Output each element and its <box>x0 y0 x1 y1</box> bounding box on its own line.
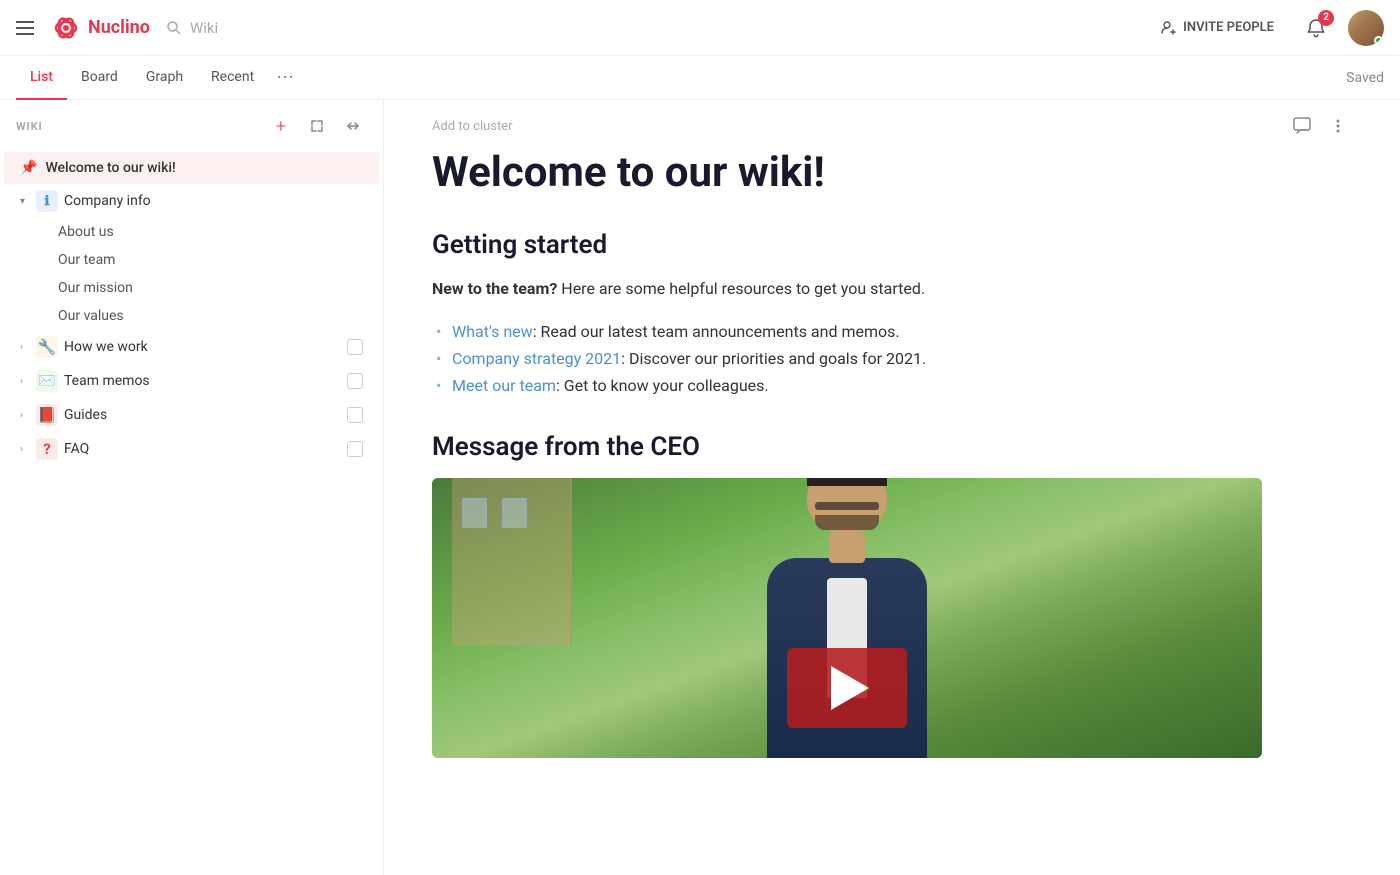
hamburger-menu[interactable] <box>16 21 34 35</box>
user-avatar[interactable] <box>1348 10 1384 46</box>
sidebar-add-button[interactable]: + <box>267 112 295 140</box>
play-button[interactable] <box>787 648 907 728</box>
whats-new-link[interactable]: What's new <box>452 322 533 341</box>
sidebar-cluster-company-info[interactable]: ▾ ℹ Company info <box>4 184 379 218</box>
chevron-right-icon-4[interactable]: › <box>20 444 36 455</box>
ceo-message-heading: Message from the CEO <box>432 432 1352 462</box>
sidebar-collapse-button[interactable] <box>339 112 367 140</box>
cluster-team-memos-label: Team memos <box>64 373 347 389</box>
cluster-guides-label: Guides <box>64 407 347 423</box>
sidebar-item-about-us[interactable]: About us <box>4 218 379 246</box>
sidebar-item-our-values[interactable]: Our values <box>4 302 379 330</box>
intro-text: Here are some helpful resources to get y… <box>557 279 925 298</box>
chevron-right-icon[interactable]: › <box>20 342 36 353</box>
cluster-team-memos-checkbox[interactable] <box>347 373 363 389</box>
content-body: Welcome to our wiki! Getting started New… <box>384 140 1400 798</box>
faq-icon: ? <box>36 438 58 460</box>
cluster-faq-label: FAQ <box>64 441 347 457</box>
content-header: Add to cluster <box>384 100 1400 140</box>
company-strategy-link[interactable]: Company strategy 2021 <box>452 349 621 368</box>
content-actions <box>1288 112 1352 140</box>
company-info-icon: ℹ <box>36 190 58 212</box>
add-to-cluster-button[interactable]: Add to cluster <box>432 119 513 134</box>
sidebar-title: WIKI <box>16 120 259 133</box>
tab-graph[interactable]: Graph <box>132 56 197 100</box>
page-title: Welcome to our wiki! <box>432 148 1352 198</box>
sidebar-expand-button[interactable] <box>303 112 331 140</box>
search-icon <box>166 20 182 36</box>
collapse-icon <box>346 119 360 133</box>
cluster-how-we-work-label: How we work <box>64 339 347 355</box>
tab-bar: List Board Graph Recent ⋯ Saved <box>0 56 1400 100</box>
sidebar-cluster-how-we-work[interactable]: › 🔧 How we work <box>4 330 379 364</box>
cluster-company-info-label: Company info <box>64 193 347 209</box>
logo-text: Nuclino <box>88 17 150 38</box>
intro-paragraph: New to the team? Here are some helpful r… <box>432 276 1352 302</box>
team-memos-icon: ✉️ <box>36 370 58 392</box>
list-item-company-strategy: Company strategy 2021: Discover our prio… <box>432 345 1352 372</box>
online-indicator <box>1374 36 1383 45</box>
cluster-faq-checkbox[interactable] <box>347 441 363 457</box>
logo[interactable]: Nuclino <box>50 12 150 44</box>
pin-icon: 📌 <box>20 160 37 176</box>
sidebar-actions: + <box>267 112 367 140</box>
sidebar-cluster-team-memos[interactable]: › ✉️ Team memos <box>4 364 379 398</box>
sidebar: WIKI + 📌 Welcome <box>0 100 384 875</box>
comment-icon[interactable] <box>1288 112 1316 140</box>
top-nav-right: INVITE PEOPLE 2 <box>1151 10 1384 46</box>
expand-icon <box>310 119 324 133</box>
ceo-video[interactable] <box>432 478 1262 758</box>
meet-team-link[interactable]: Meet our team <box>452 376 556 395</box>
chevron-right-icon-3[interactable]: › <box>20 410 36 421</box>
chevron-right-icon-2[interactable]: › <box>20 376 36 387</box>
sidebar-item-welcome[interactable]: 📌 Welcome to our wiki! <box>4 152 379 184</box>
cluster-how-we-work-checkbox[interactable] <box>347 339 363 355</box>
invite-label: INVITE PEOPLE <box>1183 20 1274 35</box>
list-item-whats-new: What's new: Read our latest team announc… <box>432 318 1352 345</box>
sidebar-item-our-team[interactable]: Our team <box>4 246 379 274</box>
sidebar-cluster-faq[interactable]: › ? FAQ <box>4 432 379 466</box>
top-nav: Nuclino Wiki INVITE PEOPLE 2 <box>0 0 1400 56</box>
dots-vertical-icon <box>1329 117 1347 135</box>
getting-started-heading: Getting started <box>432 230 1352 260</box>
play-triangle-icon <box>831 666 869 710</box>
search-placeholder: Wiki <box>190 19 218 37</box>
content-area: Add to cluster Welcome t <box>384 100 1400 875</box>
how-we-work-icon: 🔧 <box>36 336 58 358</box>
intro-bold: New to the team? <box>432 279 557 298</box>
tab-list[interactable]: List <box>16 56 67 100</box>
tabs-more-button[interactable]: ⋯ <box>268 56 302 100</box>
tab-board[interactable]: Board <box>67 56 132 100</box>
sidebar-item-welcome-label: Welcome to our wiki! <box>45 160 363 176</box>
saved-indicator: Saved <box>1346 70 1384 86</box>
sidebar-cluster-guides[interactable]: › 📕 Guides <box>4 398 379 432</box>
notification-badge: 2 <box>1318 10 1334 26</box>
main-layout: WIKI + 📌 Welcome <box>0 100 1400 875</box>
search-bar[interactable]: Wiki <box>166 19 1135 37</box>
notifications-button[interactable]: 2 <box>1300 12 1332 44</box>
sidebar-item-our-mission[interactable]: Our mission <box>4 274 379 302</box>
chat-icon <box>1293 117 1311 135</box>
nuclino-logo-icon <box>50 12 82 44</box>
tab-recent[interactable]: Recent <box>197 56 268 100</box>
more-options-icon[interactable] <box>1324 112 1352 140</box>
invite-people-button[interactable]: INVITE PEOPLE <box>1151 14 1284 42</box>
sidebar-header: WIKI + <box>0 100 383 152</box>
guides-icon: 📕 <box>36 404 58 426</box>
chevron-down-icon[interactable]: ▾ <box>20 196 36 207</box>
resources-list: What's new: Read our latest team announc… <box>432 318 1352 400</box>
cluster-guides-checkbox[interactable] <box>347 407 363 423</box>
list-item-meet-team: Meet our team: Get to know your colleagu… <box>432 372 1352 399</box>
person-plus-icon <box>1161 20 1177 36</box>
